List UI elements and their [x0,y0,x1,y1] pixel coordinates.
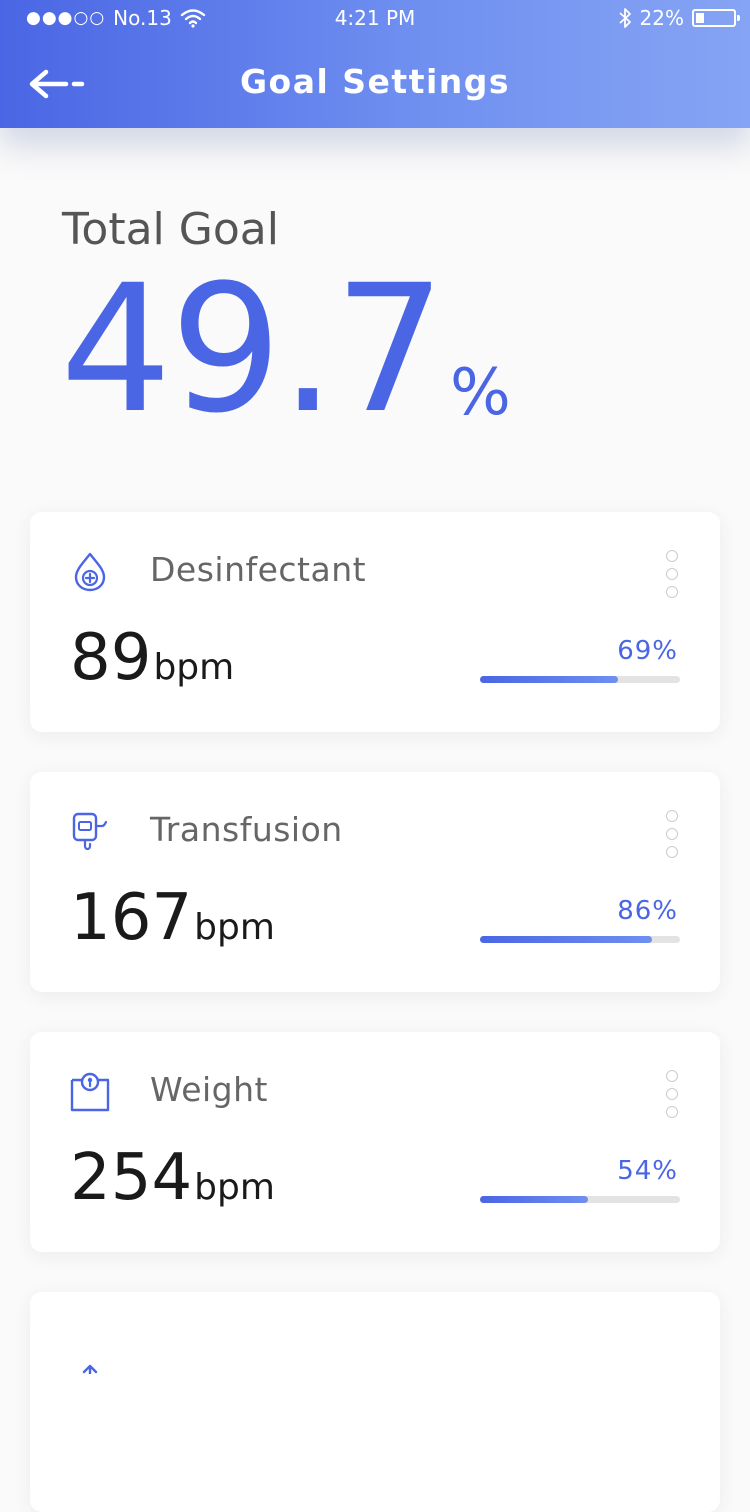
card-title: Transfusion [150,810,343,849]
progress-bar [480,676,618,683]
progress-bar [480,936,652,943]
progress-track [480,936,680,943]
progress-percent: 69% [617,636,678,666]
card-value-unit: bpm [153,647,235,688]
card-value-number: 167 [70,881,193,955]
card-value: 89bpm [70,626,234,690]
nav-bar: Goal Settings [0,58,750,108]
status-bar: ●●●○○ No.13 4:21 PM 22% [0,0,750,38]
goal-card-partial[interactable] [30,1292,720,1512]
bluetooth-icon [618,8,631,28]
total-goal-value: 49.7 [60,247,446,452]
card-value-unit: bpm [194,1167,275,1208]
total-goal-unit: % [450,356,511,430]
progress-percent: 86% [617,896,678,926]
goal-card-transfusion[interactable]: Transfusion 167bpm 86% [30,772,720,992]
droplet-plus-icon [74,552,106,592]
more-options-icon[interactable] [664,1070,680,1130]
scale-icon [70,1072,110,1112]
goal-card-desinfectant[interactable]: Desinfectant 89bpm 69% [30,512,720,732]
transfusion-bag-icon [72,812,108,851]
page-title: Goal Settings [239,62,511,101]
card-value-number: 89 [70,621,152,695]
goal-card-weight[interactable]: Weight 254bpm 54% [30,1032,720,1252]
battery-percent: 22% [639,6,684,30]
header: ●●●○○ No.13 4:21 PM 22% Goal Settings [0,0,750,128]
more-options-icon[interactable] [664,810,680,870]
progress-bar [480,1196,588,1203]
card-title: Weight [150,1070,268,1109]
more-options-icon[interactable] [664,550,680,610]
progress-percent: 54% [617,1156,678,1186]
progress-track [480,1196,680,1203]
card-value-unit: bpm [194,907,275,948]
card-value-number: 254 [70,1141,193,1215]
card-value: 254bpm [70,1146,275,1210]
progress-track [480,676,680,683]
battery-icon [692,9,740,27]
card-icon [82,1364,98,1374]
card-value: 167bpm [70,886,275,950]
card-title: Desinfectant [150,550,367,589]
